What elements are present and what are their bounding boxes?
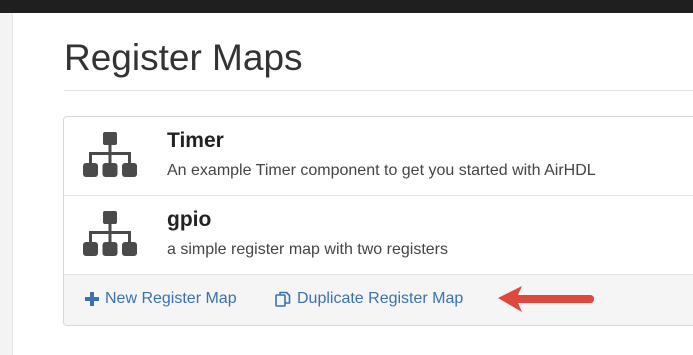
page-title: Register Maps <box>64 37 303 78</box>
title-divider <box>64 90 693 91</box>
register-map-list: Timer An example Timer component to get … <box>63 116 693 326</box>
top-navbar <box>0 0 693 13</box>
register-map-description: a simple register map with two registers <box>167 241 448 258</box>
register-map-name[interactable]: gpio <box>167 208 211 232</box>
sitemap-icon <box>83 132 137 177</box>
register-map-name[interactable]: Timer <box>167 129 224 153</box>
copy-icon <box>275 291 291 307</box>
register-map-item-timer[interactable]: Timer An example Timer component to get … <box>64 117 693 196</box>
register-map-item-gpio[interactable]: gpio a simple register map with two regi… <box>64 196 693 275</box>
register-map-description: An example Timer component to get you st… <box>167 162 596 179</box>
duplicate-register-map-link[interactable]: Duplicate Register Map <box>274 290 463 308</box>
duplicate-register-map-label: Duplicate Register Map <box>297 290 464 307</box>
left-sidebar-edge <box>0 13 13 355</box>
list-footer: New Register Map Duplicate Register Map <box>64 275 693 325</box>
new-register-map-label: New Register Map <box>105 290 237 307</box>
new-register-map-link[interactable]: New Register Map <box>84 290 237 308</box>
plus-icon <box>85 292 99 306</box>
sitemap-icon <box>83 211 137 256</box>
annotation-arrow-icon <box>498 286 594 312</box>
